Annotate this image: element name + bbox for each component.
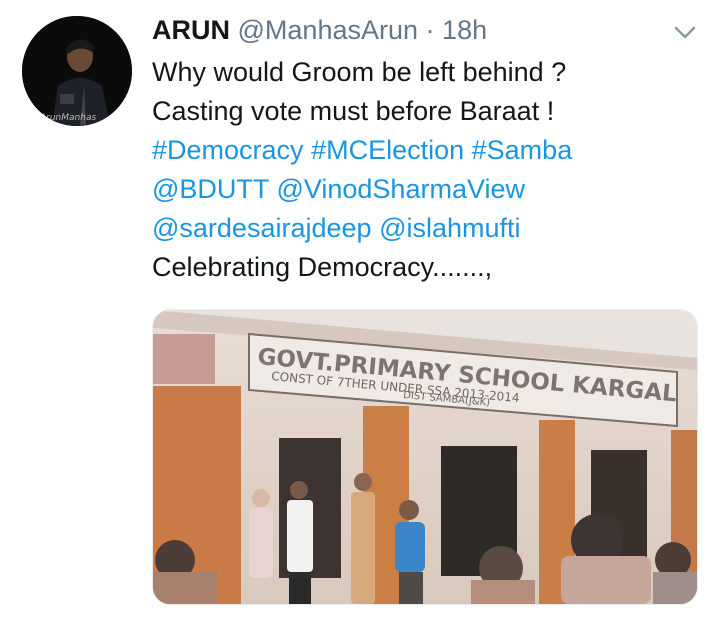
- tweet-timestamp[interactable]: 18h: [442, 15, 487, 45]
- avatar-watermark: ArunManhas: [39, 113, 96, 123]
- mention-row: @BDUTT @VinodSharmaView: [152, 170, 712, 209]
- tweet-line-2: Casting vote must before Baraat !: [152, 96, 555, 126]
- mention-row: @sardesairajdeep @islahmufti: [152, 209, 712, 248]
- avatar[interactable]: ArunManhas: [22, 16, 132, 126]
- tweet-line-1: Why would Groom be left behind ?: [152, 57, 567, 87]
- separator-dot: ·: [425, 15, 435, 45]
- hashtag-link[interactable]: #MCElection: [311, 135, 464, 165]
- chevron-down-icon[interactable]: [672, 22, 698, 42]
- tweet-text: Why would Groom be left behind ? Casting…: [152, 53, 712, 287]
- author-handle[interactable]: @ManhasArun: [238, 15, 419, 45]
- mention-link[interactable]: @sardesairajdeep: [152, 213, 372, 243]
- mention-link[interactable]: @islahmufti: [379, 213, 520, 243]
- tweet-photo[interactable]: GOVT.PRIMARY SCHOOL KARGAL CONST OF 7THE…: [152, 309, 698, 605]
- mention-link[interactable]: @BDUTT: [152, 174, 269, 204]
- hashtag-link[interactable]: #Democracy: [152, 135, 304, 165]
- author-name[interactable]: ARUN: [152, 15, 230, 45]
- tweet-header: ARUN @ManhasArun · 18h: [152, 14, 487, 46]
- tweet-line-last: Celebrating Democracy.......,: [152, 252, 493, 282]
- hashtag-link[interactable]: #Samba: [472, 135, 573, 165]
- hashtag-row: #Democracy #MCElection #Samba: [152, 131, 712, 170]
- school-photo: GOVT.PRIMARY SCHOOL KARGAL CONST OF 7THE…: [153, 310, 697, 604]
- mention-link[interactable]: @VinodSharmaView: [276, 174, 525, 204]
- avatar-image: ArunManhas: [22, 16, 132, 126]
